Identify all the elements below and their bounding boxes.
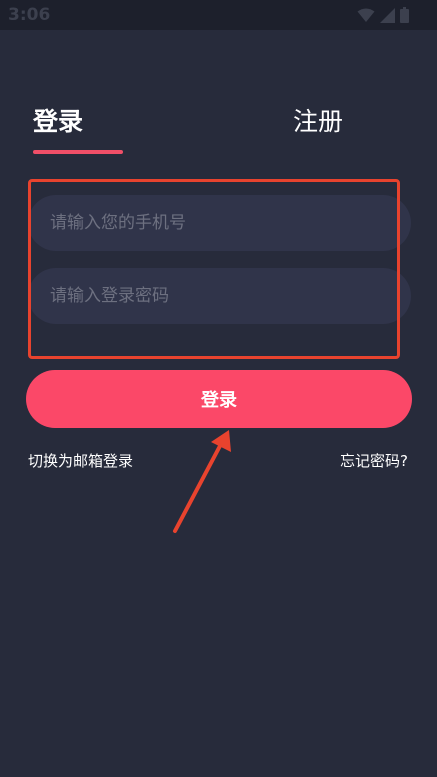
annotation-highlight-box — [28, 179, 400, 359]
active-tab-indicator — [33, 150, 123, 154]
status-icons — [357, 6, 409, 24]
signal-icon — [380, 7, 395, 23]
tab-login[interactable]: 登录 — [33, 102, 83, 138]
forgot-password-link[interactable]: 忘记密码? — [340, 450, 408, 471]
battery-icon — [400, 7, 409, 23]
tab-register[interactable]: 注册 — [293, 102, 343, 138]
login-button[interactable]: 登录 — [26, 370, 412, 428]
wifi-icon — [357, 8, 375, 23]
status-time: 3:06 — [8, 5, 51, 25]
status-bar: 3:06 — [0, 0, 437, 30]
switch-email-login-link[interactable]: 切换为邮箱登录 — [28, 450, 133, 471]
